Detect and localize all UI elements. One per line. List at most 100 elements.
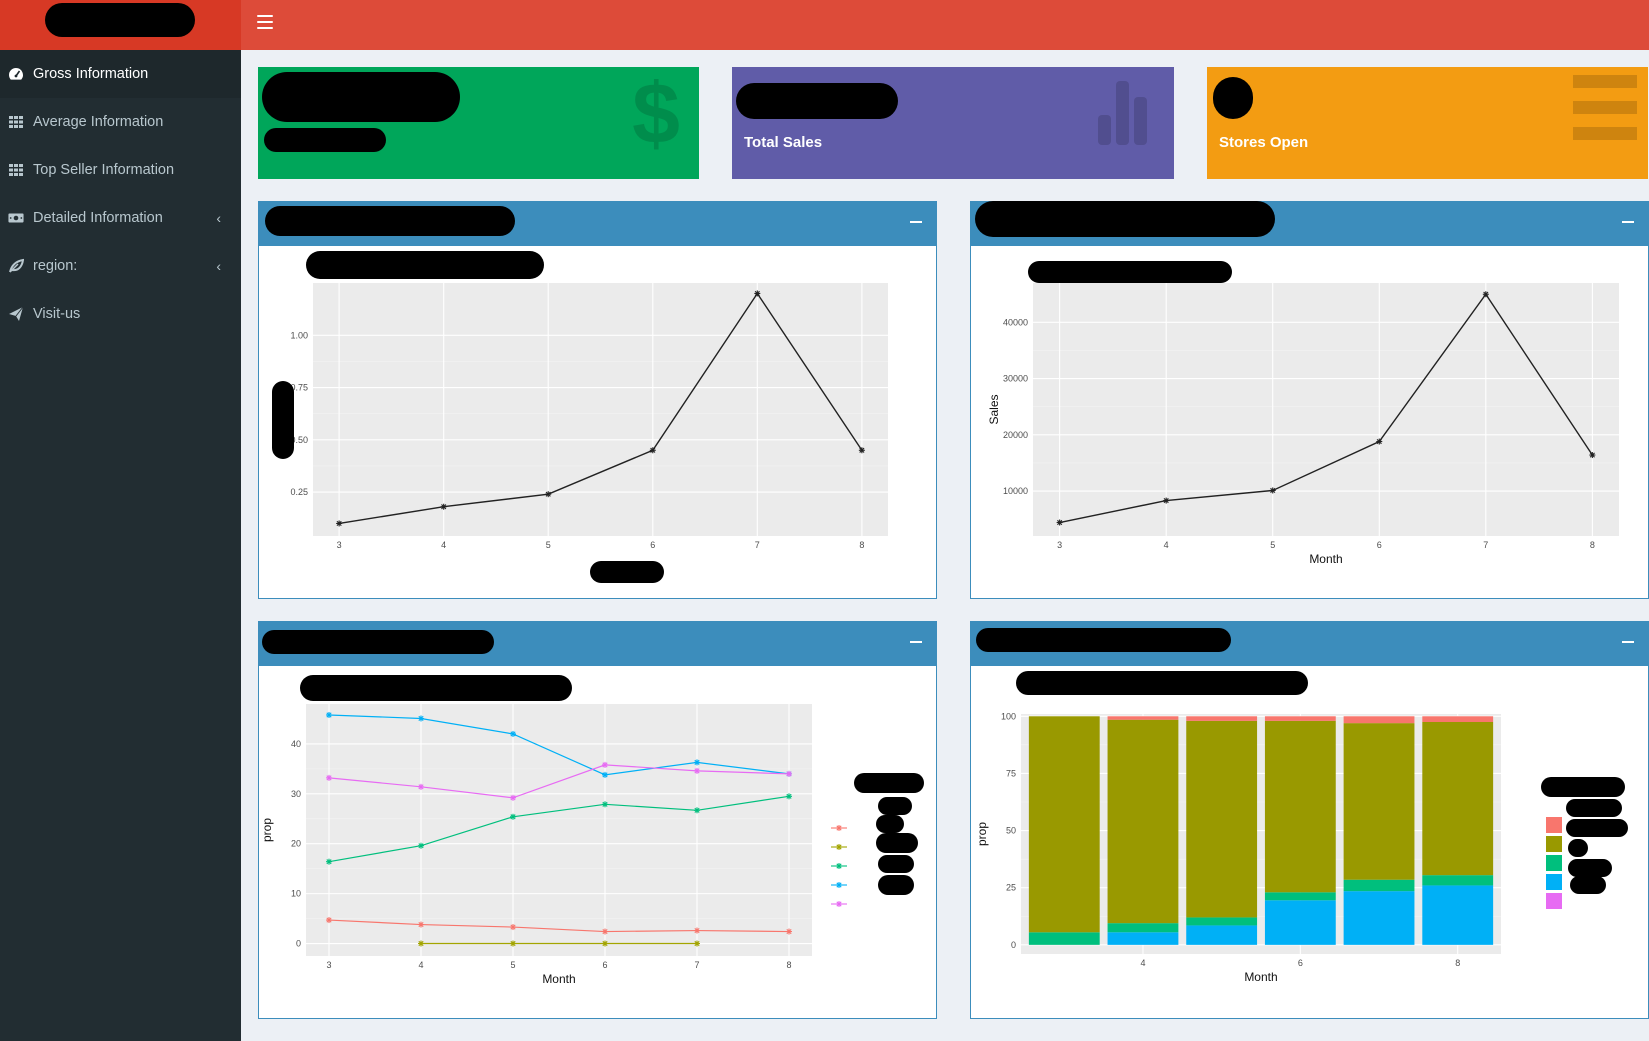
data-point xyxy=(602,801,608,808)
bar-segment xyxy=(1107,923,1179,933)
bar-segment xyxy=(1343,716,1415,724)
y-axis-label: prop xyxy=(975,822,989,846)
redacted-legend-label xyxy=(878,875,914,895)
bar-segment xyxy=(1186,716,1258,721)
redacted-panel-title xyxy=(262,630,494,654)
bar-segment xyxy=(1264,892,1336,901)
redacted-app-title xyxy=(45,3,195,37)
sidebar-item-visit-us[interactable]: Visit-us xyxy=(0,290,241,338)
y-tick-label: 1.00 xyxy=(290,330,308,340)
th-grid-icon xyxy=(9,164,23,176)
bar-segment xyxy=(1264,720,1336,893)
sidebar-item-detailed-information[interactable]: Detailed Information ‹ xyxy=(0,194,241,242)
x-axis-label: Month xyxy=(542,972,575,986)
data-point xyxy=(326,774,332,781)
collapse-icon[interactable] xyxy=(910,214,922,226)
redacted-legend-label xyxy=(1570,876,1606,894)
data-point xyxy=(694,767,700,774)
redacted-legend-label xyxy=(876,815,904,833)
legend-key xyxy=(1546,855,1562,871)
y-tick-label: 0.25 xyxy=(290,487,308,497)
data-point xyxy=(510,940,516,947)
redacted-legend-label xyxy=(878,797,912,815)
x-tick-label: 3 xyxy=(326,960,331,970)
data-point xyxy=(326,711,332,718)
collapse-icon[interactable] xyxy=(910,634,922,646)
data-point xyxy=(1482,291,1489,298)
data-point xyxy=(1269,487,1276,494)
data-point xyxy=(418,921,424,928)
x-tick-label: 6 xyxy=(650,540,655,550)
th-grid-icon xyxy=(9,116,23,128)
sidebar-item-label: region: xyxy=(33,258,78,274)
redacted-value xyxy=(1213,77,1253,119)
value-box-subtitle: Stores Open xyxy=(1219,134,1309,151)
data-point xyxy=(786,770,792,777)
bar-segment xyxy=(1186,720,1258,918)
y-tick-label: 30 xyxy=(291,789,301,799)
data-point xyxy=(418,940,424,947)
legend-key-point xyxy=(836,844,842,850)
y-tick-label: 20000 xyxy=(1003,430,1028,440)
x-axis-label: Month xyxy=(1244,970,1277,984)
redacted-panel-title xyxy=(975,201,1275,237)
x-tick-label: 4 xyxy=(418,960,423,970)
sidebar-item-gross-information[interactable]: Gross Information xyxy=(0,50,241,98)
legend-key-point xyxy=(836,882,842,888)
chevron-left-icon: ‹ xyxy=(216,258,221,274)
plot-background xyxy=(1033,283,1619,536)
legend-key xyxy=(1546,893,1562,909)
x-tick-label: 4 xyxy=(441,540,446,550)
data-point xyxy=(694,927,700,934)
data-point xyxy=(602,940,608,947)
bar-segment xyxy=(1264,900,1336,945)
x-tick-label: 5 xyxy=(546,540,551,550)
bar-segment xyxy=(1422,722,1494,876)
sidebar-item-top-seller-information[interactable]: Top Seller Information xyxy=(0,146,241,194)
x-tick-label: 8 xyxy=(786,960,791,970)
redacted-legend-label xyxy=(1566,819,1628,837)
x-tick-label: 8 xyxy=(1590,540,1595,550)
redacted-axis-label xyxy=(272,381,294,459)
x-tick-label: 7 xyxy=(755,540,760,550)
y-tick-label: 25 xyxy=(1006,883,1016,893)
redacted-plot-title xyxy=(1028,261,1232,283)
collapse-icon[interactable] xyxy=(1622,634,1634,646)
data-point xyxy=(326,917,332,924)
dollar-icon: $ xyxy=(632,71,680,151)
legend-key xyxy=(1546,817,1562,833)
y-axis-label: Sales xyxy=(987,394,1001,424)
line-chart-sales: 10000 20000 30000 40000 3 4 5 6 7 8 Month Sales xyxy=(987,283,1619,566)
data-point xyxy=(694,940,700,947)
sidebar-item-average-information[interactable]: Average Information xyxy=(0,98,241,146)
line-chart-proportion: 0 10 20 30 40 3 4 5 6 7 8 Month prop xyxy=(260,704,847,986)
data-point xyxy=(510,794,516,801)
data-point xyxy=(510,813,516,820)
redacted-legend-label xyxy=(876,833,918,853)
y-tick-label: 0 xyxy=(296,939,301,949)
list-icon xyxy=(1573,75,1637,140)
money-icon xyxy=(8,213,24,223)
sidebar-item-region[interactable]: region: ‹ xyxy=(0,242,241,290)
top-navbar xyxy=(241,0,1649,50)
redacted-legend-title xyxy=(1541,777,1625,797)
redacted-legend-title xyxy=(854,773,924,793)
data-point xyxy=(418,715,424,722)
sidebar-item-label: Visit-us xyxy=(33,306,81,322)
collapse-icon[interactable] xyxy=(1622,214,1634,226)
sidebar-toggle-icon[interactable] xyxy=(257,15,273,29)
x-tick-label: 8 xyxy=(1455,958,1460,968)
data-point xyxy=(326,858,332,865)
data-point xyxy=(649,447,656,454)
data-point xyxy=(786,928,792,935)
x-tick-label: 4 xyxy=(1164,540,1169,550)
x-tick-label: 6 xyxy=(1377,540,1382,550)
redacted-value xyxy=(262,72,460,122)
y-axis-label: prop xyxy=(260,818,274,842)
x-tick-label: 6 xyxy=(602,960,607,970)
x-tick-label: 6 xyxy=(1298,958,1303,968)
data-point xyxy=(1589,452,1596,459)
bar-segment xyxy=(1343,723,1415,880)
sidebar: Gross Information Average Information To… xyxy=(0,50,241,1041)
legend-key-point xyxy=(836,825,842,831)
